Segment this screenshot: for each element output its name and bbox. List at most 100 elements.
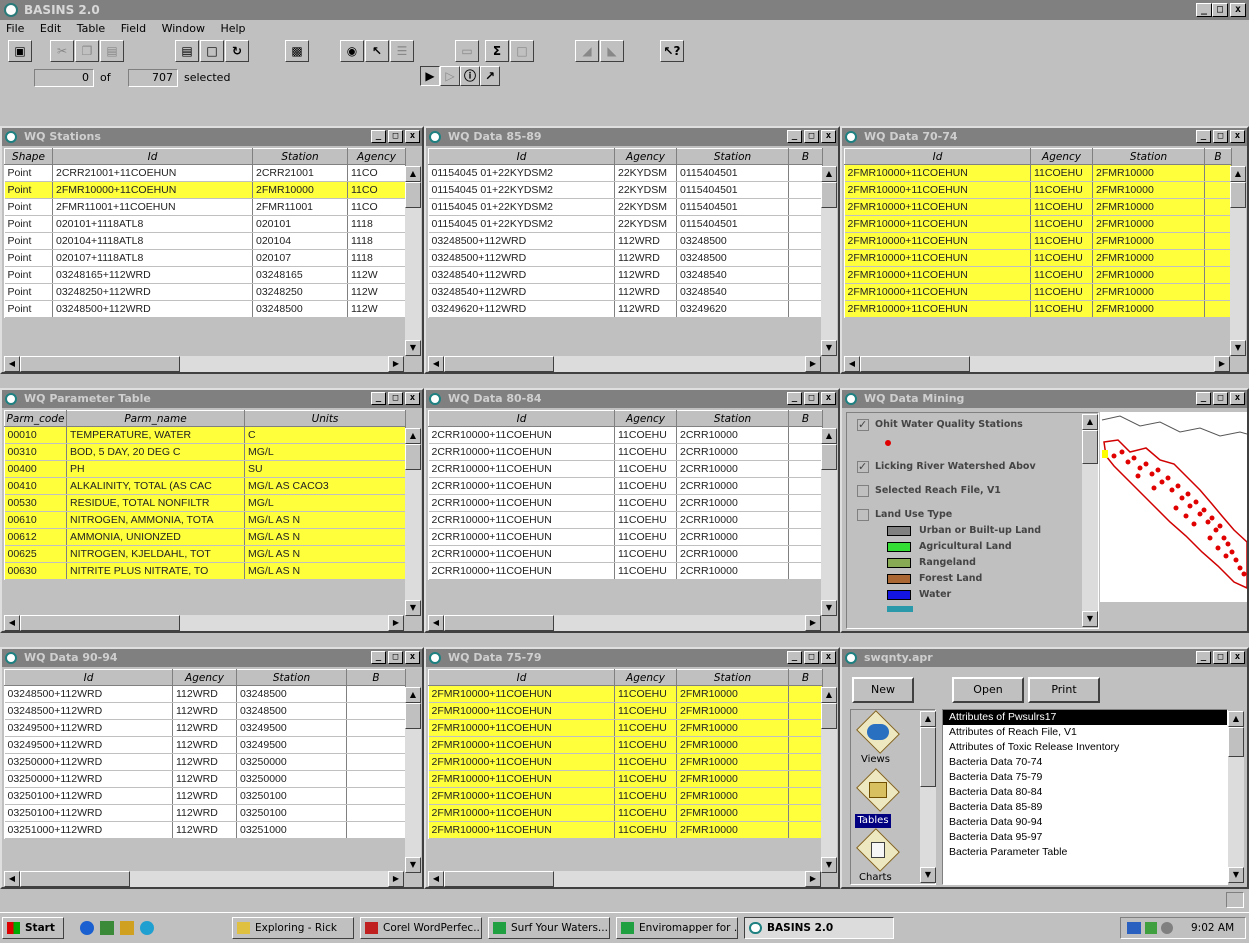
volume-icon[interactable] xyxy=(1161,922,1173,934)
table-cell[interactable]: MG/L AS CACO3 xyxy=(244,477,406,495)
scroll-down-arrow[interactable]: ▼ xyxy=(1228,867,1244,883)
scroll-up-arrow[interactable]: ▲ xyxy=(405,166,421,182)
horizontal-scrollbar[interactable]: ◀ ▶ xyxy=(428,871,821,887)
table-cell[interactable] xyxy=(788,232,823,250)
minimize-button[interactable]: _ xyxy=(1196,392,1211,405)
maximize-button[interactable]: □ xyxy=(388,651,403,664)
table-cell[interactable]: 112WRD xyxy=(614,283,677,301)
table-cell[interactable]: 2FMR10000 xyxy=(1092,164,1205,182)
close-app-button[interactable]: x xyxy=(1230,3,1246,17)
table-row[interactable]: Point 03248500+112WRD 03248500 112W xyxy=(4,300,406,318)
table-cell[interactable]: NITROGEN, KJELDAHL, TOT xyxy=(66,545,245,563)
table-cell[interactable] xyxy=(1204,232,1232,250)
toc-vertical-scrollbar[interactable]: ▲ ▼ xyxy=(1082,414,1098,627)
table-cell[interactable]: 01154045 01+22KYDSM2 xyxy=(428,181,615,199)
table-cell[interactable]: 2FMR10000+11COEHUN xyxy=(428,702,615,720)
table-row[interactable]: 2FMR10000+11COEHUN 11COEHU 2FMR10000 xyxy=(428,753,823,771)
table-cell[interactable] xyxy=(788,562,823,580)
table-cell[interactable]: 112WRD xyxy=(614,266,677,284)
scroll-right-arrow[interactable]: ▶ xyxy=(388,871,404,887)
menu-file[interactable]: File xyxy=(6,22,24,35)
table-cell[interactable]: 11COEHU xyxy=(1030,266,1093,284)
table-cell[interactable]: 2FMR10000 xyxy=(676,753,789,771)
table-cell[interactable]: 11COEHU xyxy=(614,494,677,512)
scroll-thumb[interactable] xyxy=(444,615,554,631)
table-cell[interactable]: C xyxy=(244,426,406,444)
table-cell[interactable]: 2FMR10000 xyxy=(252,181,348,199)
table-cell[interactable]: 020104+1118ATL8 xyxy=(52,232,253,250)
table-cell[interactable]: 2FMR10000+11COEHUN xyxy=(844,232,1031,250)
column-header[interactable]: B xyxy=(788,410,823,427)
table-row[interactable]: 2FMR10000+11COEHUN 11COEHU 2FMR10000 xyxy=(844,266,1232,284)
table-cell[interactable]: AMMONIA, UNIONZED xyxy=(66,528,245,546)
table-cell[interactable]: 03248165 xyxy=(252,266,348,284)
wq-stations-table[interactable]: Shape Id Station Agency Point 2CRR21001+11COE… xyxy=(4,148,406,318)
table-cell[interactable]: Point xyxy=(4,266,53,284)
scroll-right-arrow[interactable]: ▶ xyxy=(805,356,821,372)
table-cell[interactable]: NITRITE PLUS NITRATE, TO xyxy=(66,562,245,580)
table-cell[interactable]: Point xyxy=(4,232,53,250)
table-cell[interactable] xyxy=(788,181,823,199)
vertical-scrollbar[interactable]: ▲ ▼ xyxy=(821,428,837,616)
table-cell[interactable]: 2FMR10000+11COEHUN xyxy=(844,215,1031,233)
table-cell[interactable]: 11COEHU xyxy=(614,804,677,822)
scroll-up-arrow[interactable]: ▲ xyxy=(1230,166,1246,182)
table-cell[interactable]: 2CRR21001+11COEHUN xyxy=(52,164,253,182)
table-cell[interactable]: 2CRR10000+11COEHUN xyxy=(428,460,615,478)
document-list[interactable]: Attributes of Pwsulrs17 Attributes of Rea… xyxy=(942,709,1228,885)
column-header[interactable]: Agency xyxy=(1030,148,1093,165)
table-cell[interactable]: 112WRD xyxy=(172,787,237,805)
table-cell[interactable]: 22KYDSM xyxy=(614,164,677,182)
table-cell[interactable]: 2CRR10000 xyxy=(676,545,789,563)
column-header[interactable]: B xyxy=(1204,148,1232,165)
table-cell[interactable]: MG/L xyxy=(244,494,406,512)
vertical-scrollbar[interactable]: ▲ ▼ xyxy=(405,166,421,356)
column-header[interactable]: Id xyxy=(428,669,615,686)
scroll-thumb[interactable] xyxy=(1082,430,1098,464)
theme-licking-river[interactable]: ✓ Licking River Watershed Abov xyxy=(857,461,1036,473)
scroll-left-arrow[interactable]: ◀ xyxy=(4,356,20,372)
scroll-thumb[interactable] xyxy=(405,703,421,729)
table-row[interactable]: 2FMR10000+11COEHUN 11COEHU 2FMR10000 xyxy=(428,804,823,822)
table-cell[interactable] xyxy=(788,753,823,771)
task-wordperfect[interactable]: Corel WordPerfec... xyxy=(360,917,482,939)
minimize-button[interactable]: _ xyxy=(787,130,802,143)
column-header[interactable]: Parm_code xyxy=(4,410,67,427)
table-cell[interactable]: 01154045 01+22KYDSM2 xyxy=(428,215,615,233)
table-cell[interactable]: 112W xyxy=(347,300,406,318)
table-cell[interactable]: 00410 xyxy=(4,477,67,495)
table-cell[interactable]: 020101+1118ATL8 xyxy=(52,215,253,233)
scroll-thumb[interactable] xyxy=(20,615,180,631)
pointer-tool-icon[interactable]: ▶ xyxy=(420,66,440,86)
table-cell[interactable]: 2FMR10000+11COEHUN xyxy=(844,181,1031,199)
maximize-button[interactable]: □ xyxy=(804,130,819,143)
table-row[interactable]: 2FMR10000+11COEHUN 11COEHU 2FMR10000 xyxy=(428,736,823,754)
table-cell[interactable]: 112WRD xyxy=(172,804,237,822)
table-cell[interactable]: 11COEHU xyxy=(614,545,677,563)
close-button[interactable]: x xyxy=(1230,651,1245,664)
table-cell[interactable]: 03250100 xyxy=(236,787,347,805)
table-cell[interactable]: 11COEHU xyxy=(614,719,677,737)
column-header[interactable]: Shape xyxy=(4,148,53,165)
table-row[interactable]: Point 03248165+112WRD 03248165 112W xyxy=(4,266,406,284)
table-row[interactable]: Point 2CRR21001+11COEHUN 2CRR21001 11CO xyxy=(4,164,406,182)
table-cell[interactable]: 03249620+112WRD xyxy=(428,300,615,318)
map-display[interactable] xyxy=(1100,412,1247,602)
wq-data-90-94-table[interactable]: Id Agency Station B 03248500+112WRD 112WRD 032… xyxy=(4,669,406,839)
wq-parameter-table[interactable]: Parm_code Parm_name Units 00010 TEMPERATURE,… xyxy=(4,410,406,580)
table-cell[interactable] xyxy=(788,249,823,267)
scroll-up-arrow[interactable]: ▲ xyxy=(405,687,421,703)
scroll-up-arrow[interactable]: ▲ xyxy=(821,428,837,444)
tray-app-icon[interactable] xyxy=(1145,922,1157,934)
channels-icon[interactable] xyxy=(140,921,154,935)
table-cell[interactable]: 2CRR10000+11COEHUN xyxy=(428,528,615,546)
table-cell[interactable]: 11COEHU xyxy=(614,477,677,495)
table-cell[interactable] xyxy=(1204,215,1232,233)
table-cell[interactable]: Point xyxy=(4,198,53,216)
table-row[interactable]: Point 03248250+112WRD 03248250 112W xyxy=(4,283,406,301)
table-cell[interactable]: 2FMR10000+11COEHUN xyxy=(428,821,615,839)
table-cell[interactable]: 1118 xyxy=(347,215,406,233)
document-list-item[interactable]: Attributes of Pwsulrs17 xyxy=(943,710,1227,725)
table-cell[interactable]: 11COEHU xyxy=(1030,249,1093,267)
table-cell[interactable]: Point xyxy=(4,249,53,267)
